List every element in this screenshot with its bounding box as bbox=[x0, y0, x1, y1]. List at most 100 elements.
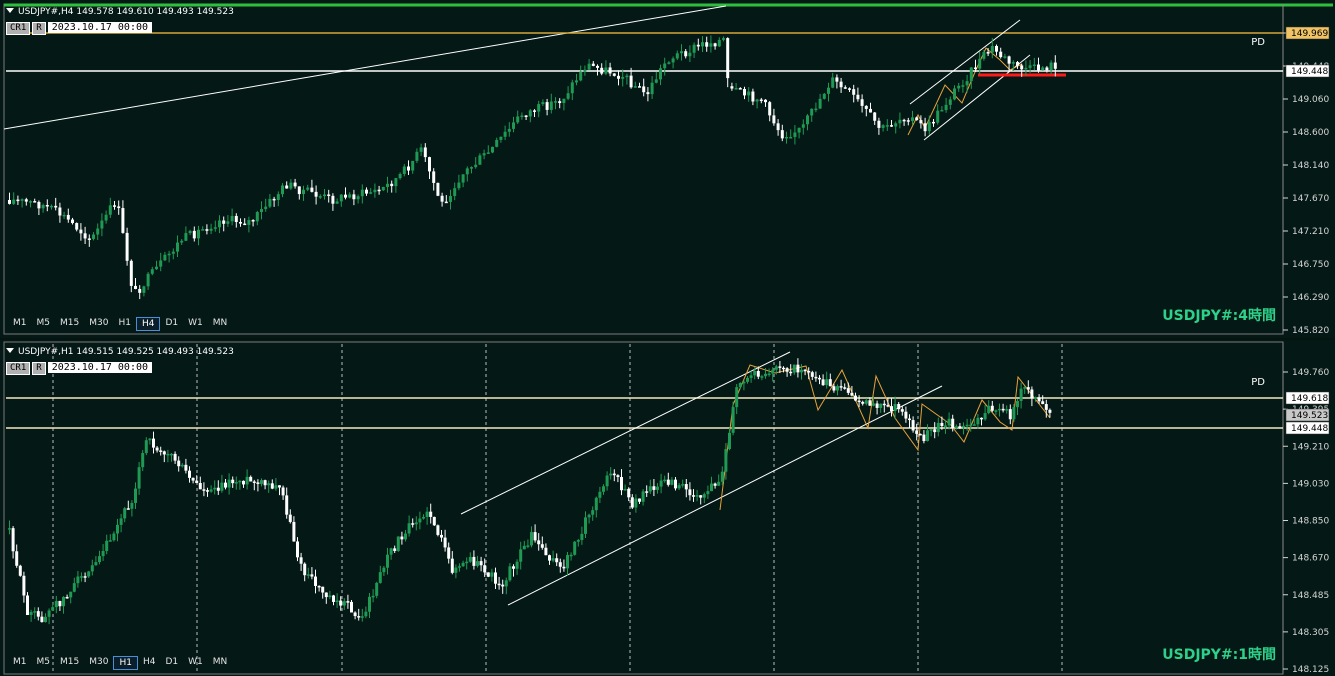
timeframe-w1[interactable]: W1 bbox=[183, 317, 208, 329]
candle-body bbox=[486, 572, 490, 577]
candle-body bbox=[119, 518, 123, 525]
candle-body bbox=[869, 108, 872, 113]
candle-body bbox=[1012, 407, 1016, 420]
candle-body bbox=[216, 487, 220, 491]
timeframe-m30[interactable]: M30 bbox=[84, 656, 113, 668]
r-button[interactable]: R bbox=[32, 362, 46, 375]
candle-body bbox=[860, 99, 864, 106]
candle-body bbox=[724, 449, 728, 472]
candle-body bbox=[272, 198, 276, 201]
candle-body bbox=[249, 476, 253, 482]
candle-body bbox=[167, 253, 171, 256]
candle-body bbox=[953, 88, 956, 100]
timeframe-m1[interactable]: M1 bbox=[8, 317, 32, 329]
date-field[interactable]: 2023.10.17 00:00 bbox=[47, 22, 153, 33]
candle-body bbox=[562, 566, 566, 569]
candle-body bbox=[940, 109, 944, 112]
candle-body bbox=[768, 102, 772, 116]
candle-body bbox=[742, 381, 746, 384]
h1-chart-svg[interactable]: 149.760149.395149.210149.030148.850148.6… bbox=[0, 340, 1335, 676]
candle-body bbox=[696, 44, 700, 47]
timeframe-h4[interactable]: H4 bbox=[138, 656, 161, 668]
candle-body bbox=[303, 563, 307, 576]
timeframe-mn[interactable]: MN bbox=[208, 317, 233, 329]
candle-body bbox=[92, 234, 95, 240]
candle-body bbox=[36, 611, 40, 617]
candle-body bbox=[864, 105, 868, 109]
collapse-triangle-icon[interactable] bbox=[6, 8, 14, 13]
chart-panel-h1[interactable]: 149.760149.395149.210149.030148.850148.6… bbox=[0, 340, 1335, 676]
candle-body bbox=[598, 491, 602, 498]
timeframe-m15[interactable]: M15 bbox=[55, 317, 84, 329]
candle-body bbox=[764, 373, 767, 377]
candle-body bbox=[926, 430, 929, 442]
symbol-timeframe-label: USDJPY#:4時間 bbox=[1162, 308, 1276, 324]
candle-body bbox=[344, 194, 347, 198]
timeframe-h1[interactable]: H1 bbox=[113, 317, 136, 329]
collapse-triangle-icon[interactable] bbox=[6, 348, 14, 353]
candle-body bbox=[710, 483, 713, 492]
timeframe-m15[interactable]: M15 bbox=[55, 656, 84, 668]
date-field[interactable]: 2023.10.17 00:00 bbox=[47, 362, 153, 373]
chart-panel-h4[interactable]: 149.969 149.448 149.060 148.600 148.140 147.6… bbox=[0, 0, 1335, 338]
candle-body bbox=[705, 42, 709, 47]
candle-body bbox=[778, 366, 782, 368]
timeframe-h1[interactable]: H1 bbox=[113, 656, 138, 670]
candle-body bbox=[415, 151, 419, 161]
candle-body bbox=[170, 453, 173, 456]
candle-body bbox=[479, 561, 483, 566]
candle-body bbox=[148, 438, 152, 441]
candle-body bbox=[1037, 397, 1041, 402]
timeframe-mn[interactable]: MN bbox=[208, 656, 233, 668]
candle-body bbox=[51, 607, 55, 611]
h4-chart-svg[interactable]: 149.969 149.448 149.060 148.600 148.140 147.6… bbox=[0, 0, 1335, 338]
candle-body bbox=[918, 433, 922, 436]
candle-body bbox=[105, 540, 109, 552]
cr1-button[interactable]: CR1 bbox=[6, 22, 31, 35]
candle-body bbox=[990, 45, 994, 53]
candle-body bbox=[173, 453, 177, 461]
candle-body bbox=[785, 368, 789, 372]
h1-button-row: CR1 R 2023.10.17 00:00 bbox=[6, 362, 153, 375]
candle-body bbox=[432, 516, 436, 526]
candle-body bbox=[197, 229, 200, 239]
candle-body bbox=[50, 205, 53, 208]
candle-body bbox=[898, 119, 902, 124]
timeframe-d1[interactable]: D1 bbox=[160, 317, 183, 329]
candle-body bbox=[982, 52, 986, 59]
candle-body bbox=[965, 81, 969, 86]
candle-body bbox=[394, 178, 398, 187]
candle-body bbox=[940, 422, 944, 426]
timeframe-w1[interactable]: W1 bbox=[183, 656, 208, 668]
candle-body bbox=[886, 405, 890, 407]
candle-body bbox=[364, 611, 368, 617]
candle-body bbox=[936, 110, 940, 123]
timeframe-h4[interactable]: H4 bbox=[135, 317, 161, 331]
candle-body bbox=[544, 547, 548, 556]
candle-body bbox=[749, 375, 753, 378]
cr1-button[interactable]: CR1 bbox=[6, 362, 31, 375]
candle-body bbox=[16, 199, 20, 202]
candle-body bbox=[911, 420, 915, 431]
candle-body bbox=[594, 497, 598, 511]
candle-body bbox=[728, 432, 731, 450]
r-button[interactable]: R bbox=[32, 22, 46, 35]
candle-body bbox=[58, 207, 62, 216]
candle-body bbox=[692, 44, 696, 53]
candle-body bbox=[1041, 401, 1045, 405]
candle-body bbox=[44, 616, 47, 623]
timeframe-m30[interactable]: M30 bbox=[84, 317, 113, 329]
candle-body bbox=[327, 194, 331, 196]
candle-body bbox=[159, 260, 163, 267]
timeframe-d1[interactable]: D1 bbox=[160, 656, 183, 668]
candle-body bbox=[814, 376, 818, 379]
timeframe-m5[interactable]: M5 bbox=[32, 656, 56, 668]
candle-body bbox=[1034, 397, 1037, 399]
timeframe-m1[interactable]: M1 bbox=[8, 656, 32, 668]
candle-body bbox=[580, 533, 584, 541]
candle-body bbox=[177, 460, 181, 467]
candle-body bbox=[155, 447, 159, 451]
candle-body bbox=[457, 182, 461, 189]
timeframe-m5[interactable]: M5 bbox=[32, 317, 56, 329]
candle-body bbox=[239, 222, 242, 224]
